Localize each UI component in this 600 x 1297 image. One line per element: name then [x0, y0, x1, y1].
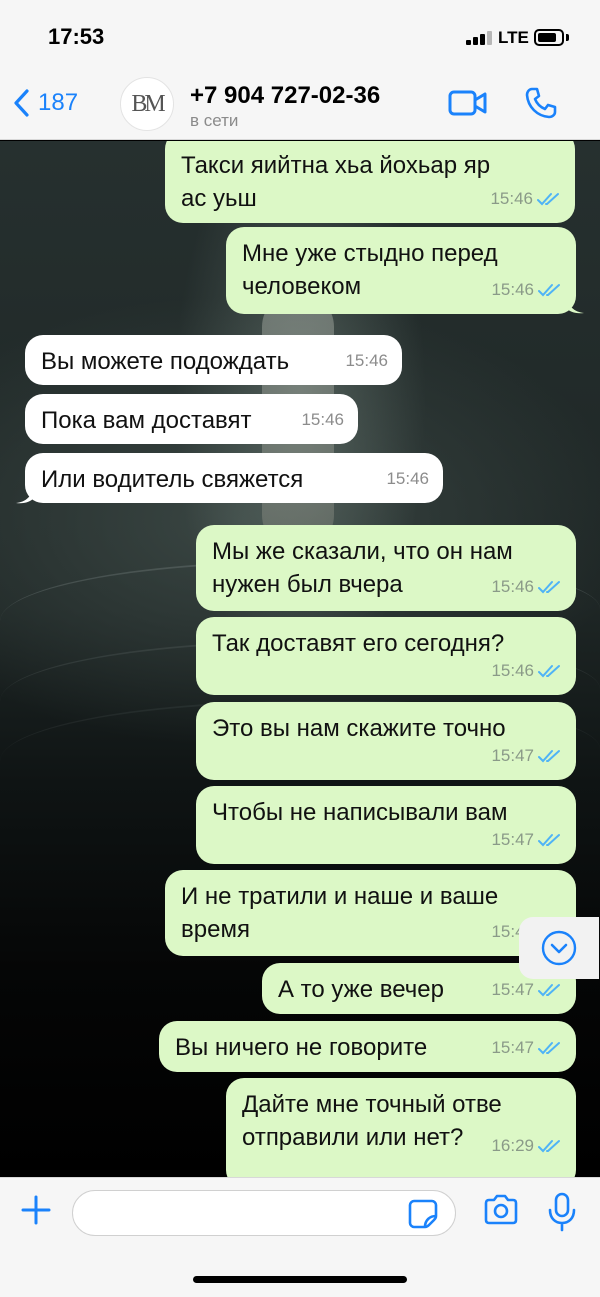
message-time: 15:46 [491, 577, 534, 596]
message-time: 15:46 [491, 280, 534, 299]
network-type: LTE [498, 28, 529, 47]
message-time: 15:46 [301, 410, 344, 429]
battery-tip [566, 34, 569, 41]
message-bubble-outgoing[interactable]: Так доставят его сегодня? 15:46 [196, 617, 576, 695]
message-bubble-incoming[interactable]: Или водитель свяжется 15:46 [25, 453, 443, 503]
status-time: 17:53 [48, 24, 105, 49]
message-bubble-incoming[interactable]: Вы можете подождать 15:46 [25, 335, 402, 385]
read-ticks-icon [537, 192, 559, 205]
message-bubble-outgoing[interactable]: И не тратили и наше и ваше время 15:47 [165, 870, 576, 956]
read-ticks-icon [538, 664, 560, 677]
message-time: 15:47 [491, 746, 534, 765]
message-time: 16:29 [491, 1136, 534, 1155]
avatar-text: BM [131, 90, 165, 117]
voice-record-button[interactable] [547, 1192, 577, 1237]
phone-icon [525, 87, 557, 119]
attach-button[interactable] [20, 1194, 52, 1231]
read-ticks-icon [538, 749, 560, 762]
message-text: И не тратили и наше и ваше время [181, 883, 499, 943]
message-text: Такси яийтна хьа йохьар яр ас уьш [181, 152, 491, 212]
read-ticks-icon [538, 1041, 560, 1054]
message-bubble-outgoing[interactable]: Вы ничего не говорите 15:47 [159, 1021, 576, 1072]
scroll-down-button[interactable] [519, 917, 599, 979]
message-text: Вы можете подождать [41, 348, 290, 375]
home-indicator[interactable] [193, 1276, 407, 1283]
message-bubble-outgoing[interactable]: Мы же сказали, что он нам нужен был вчер… [196, 525, 576, 611]
battery-icon [534, 29, 564, 46]
message-time: 15:46 [490, 189, 533, 208]
camera-button[interactable] [482, 1194, 520, 1231]
message-time: 15:47 [491, 1038, 534, 1057]
bubble-tail [566, 296, 584, 314]
message-input[interactable] [72, 1190, 456, 1236]
read-ticks-icon [538, 1139, 560, 1152]
sticker-icon [408, 1199, 438, 1229]
message-time: 15:47 [491, 830, 534, 849]
message-input-bar [0, 1177, 600, 1297]
message-bubble-outgoing[interactable]: Это вы нам скажите точно 15:47 [196, 702, 576, 780]
chat-header: 17:53 LTE 187 BM +7 904 727-02-36 в сети [0, 0, 600, 140]
read-ticks-icon [538, 580, 560, 593]
microphone-icon [548, 1192, 576, 1232]
sticker-button[interactable] [408, 1199, 438, 1234]
back-count: 187 [38, 89, 79, 116]
chevron-down-icon [541, 930, 577, 966]
bubble-tail [16, 486, 34, 504]
contact-name[interactable]: +7 904 727-02-36 [190, 82, 380, 110]
message-time: 15:46 [345, 351, 388, 370]
plus-icon [21, 1195, 51, 1225]
video-call-button[interactable] [448, 88, 488, 123]
avatar[interactable]: BM [120, 77, 174, 131]
signal-icon [466, 31, 492, 45]
read-ticks-icon [538, 833, 560, 846]
back-button[interactable]: 187 [12, 88, 78, 118]
message-bubble-incoming[interactable]: Пока вам доставят 15:46 [25, 394, 358, 444]
message-bubble-outgoing[interactable]: Такси яийтна хьа йохьар яр ас уьш 15:46 [165, 141, 575, 223]
message-time: 15:46 [491, 661, 534, 680]
contact-status: в сети [190, 111, 239, 130]
read-ticks-icon [538, 983, 560, 996]
video-camera-icon [448, 90, 487, 116]
chat-area[interactable]: Такси яийтна хьа йохьар яр ас уьш 15:46 … [0, 141, 600, 1177]
read-ticks-icon [538, 283, 560, 296]
camera-icon [484, 1194, 518, 1225]
message-bubble-outgoing[interactable]: Дайте мне точный отве отправили или нет?… [226, 1078, 576, 1177]
voice-call-button[interactable] [524, 86, 558, 125]
chevron-left-icon [14, 89, 29, 117]
message-text: Или водитель свяжется [41, 466, 304, 493]
message-bubble-outgoing[interactable]: Чтобы не написывали вам 15:47 [196, 786, 576, 864]
message-time: 15:46 [386, 469, 429, 488]
message-text: Пока вам доставят [41, 407, 252, 434]
message-bubble-outgoing[interactable]: Мне уже стыдно перед человеком 15:46 [226, 227, 576, 314]
